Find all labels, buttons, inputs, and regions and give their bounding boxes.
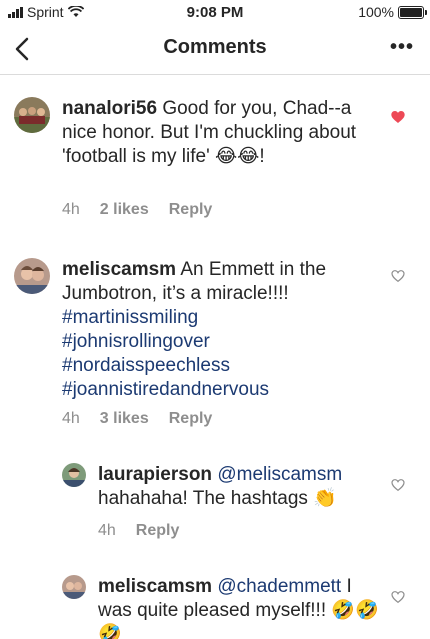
reply-body: meliscamsm @chademmett I was quite pleas… [98,575,383,639]
comment-emoji: 😂😂! [214,146,265,167]
comment-meta: 4h 3 likes Reply [62,410,212,428]
comment-time: 4h [62,410,80,427]
reply-button[interactable]: Reply [169,201,213,219]
avatar[interactable] [62,575,86,599]
hashtag-link[interactable]: #nordaisspeechless [62,354,377,378]
battery-icon [398,5,427,19]
comment-body: meliscamsm An Emmett in the Jumbotron, i… [62,258,377,402]
reply-text: hahahaha! The hashtags [98,488,308,509]
likes-count[interactable]: 2 likes [100,201,149,219]
navigation-bar: Comments ••• [0,24,430,75]
heart-outline-icon[interactable] [390,477,406,493]
heart-filled-icon[interactable] [390,109,406,125]
comment-username[interactable]: nanalori56 [62,98,157,119]
reply-emoji: 👏 [313,488,337,509]
page-title: Comments [163,36,267,58]
hashtag-link[interactable]: #johnisrollingover [62,330,377,354]
reply-time: 4h [98,522,116,539]
status-bar: Sprint 9:08 PM 100% [0,0,430,24]
heart-outline-icon[interactable] [390,268,406,284]
reply-item: meliscamsm @chademmett I was quite pleas… [0,573,430,639]
hashtag-link[interactable]: #joannistiredandnervous [62,378,377,402]
reply-item: laurapierson @meliscamsm hahahaha! The h… [0,455,430,555]
avatar[interactable] [14,97,50,133]
mention-link[interactable]: @meliscamsm [217,464,342,485]
avatar[interactable] [62,463,86,487]
heart-outline-icon[interactable] [390,589,406,605]
battery-indicator: 100% [358,4,427,20]
comment-item: nanalori56 Good for you, Chad--a nice ho… [0,75,430,235]
comment-body: nanalori56 Good for you, Chad--a nice ho… [62,97,377,169]
reply-username[interactable]: laurapierson [98,464,212,485]
hashtag-link[interactable]: #martinissmiling [62,306,377,330]
comment-item: meliscamsm An Emmett in the Jumbotron, i… [0,240,430,440]
reply-button[interactable]: Reply [136,522,180,540]
avatar[interactable] [14,258,50,294]
reply-button[interactable]: Reply [169,410,213,428]
comment-username[interactable]: meliscamsm [62,259,176,280]
reply-body: laurapierson @meliscamsm hahahaha! The h… [98,463,383,511]
comment-time: 4h [62,201,80,218]
comment-meta: 4h 2 likes Reply [62,201,212,219]
mention-link[interactable]: @chademmett [217,576,341,597]
reply-username[interactable]: meliscamsm [98,576,212,597]
more-options-icon[interactable]: ••• [390,36,414,59]
battery-percent: 100% [358,4,394,20]
likes-count[interactable]: 3 likes [100,410,149,428]
reply-meta: 4h Reply [98,522,179,540]
